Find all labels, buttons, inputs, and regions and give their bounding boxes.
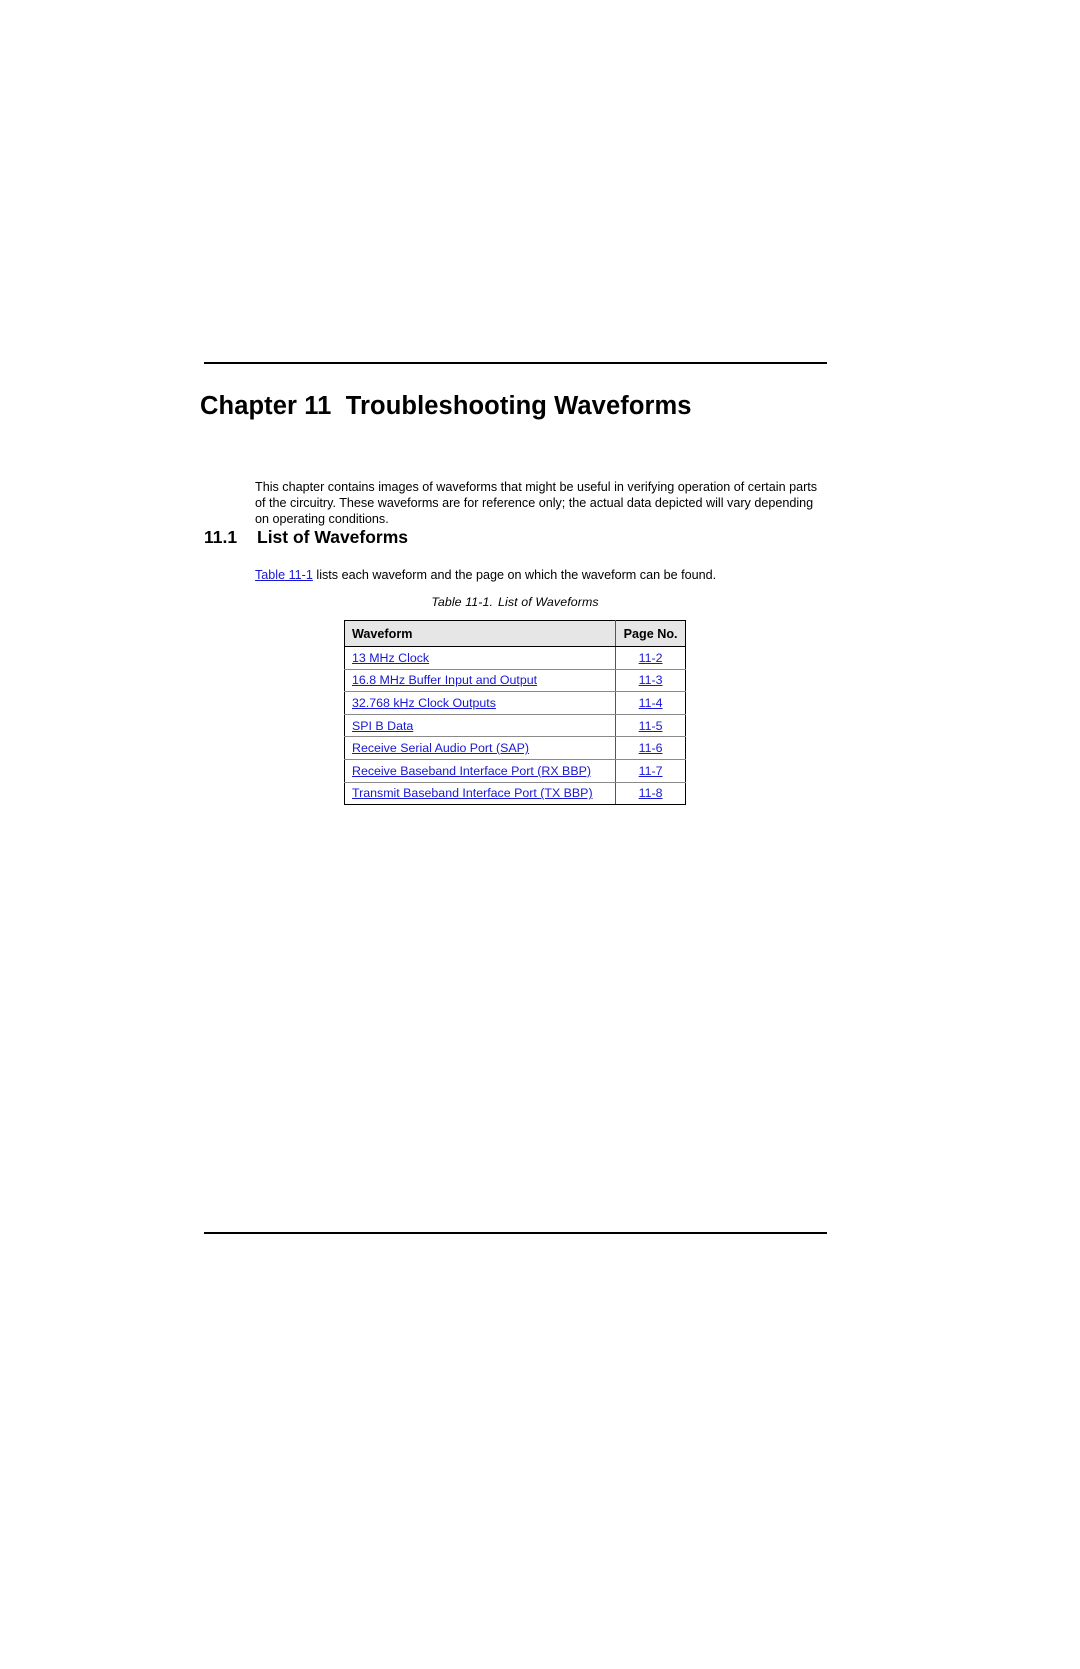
table-row: SPI B Data 11-5 (343, 714, 686, 738)
waveform-link[interactable]: Receive Serial Audio Port (SAP) (352, 741, 529, 755)
table-header-row: Waveform Page No. (343, 620, 686, 647)
section-title: List of Waveforms (257, 527, 409, 547)
page-link[interactable]: 11-5 (639, 719, 663, 733)
table-row: 16.8 MHz Buffer Input and Output 11-3 (343, 669, 686, 693)
waveform-list-table: Waveform Page No. 13 MHz Clock 11-2 16.8… (343, 620, 686, 806)
cell-waveform[interactable]: 13 MHz Clock (343, 646, 617, 670)
cell-page-no[interactable]: 11-6 (615, 736, 686, 760)
waveform-link[interactable]: 32.768 kHz Clock Outputs (352, 696, 496, 710)
cell-page-no[interactable]: 11-8 (615, 782, 686, 806)
page-link[interactable]: 11-2 (639, 651, 663, 665)
section-intro-paragraph: Table 11-1 lists each waveform and the p… (255, 567, 835, 583)
cell-waveform[interactable]: Receive Serial Audio Port (SAP) (343, 736, 617, 760)
table-row: Transmit Baseband Interface Port (TX BBP… (343, 782, 686, 806)
column-header-waveform: Waveform (343, 620, 617, 647)
table-row: Receive Baseband Interface Port (RX BBP)… (343, 759, 686, 783)
cell-page-no[interactable]: 11-7 (615, 759, 686, 783)
cell-page-no[interactable]: 11-5 (615, 714, 686, 738)
page-link[interactable]: 11-8 (639, 786, 663, 800)
table-xref-link[interactable]: Table 11-1 (255, 568, 313, 582)
cell-page-no[interactable]: 11-4 (615, 691, 686, 715)
waveform-link[interactable]: 13 MHz Clock (352, 651, 429, 665)
section-heading: 11.1 List of Waveforms (204, 527, 824, 548)
page-link[interactable]: 11-6 (639, 741, 663, 755)
chapter-rule-bottom (204, 1232, 827, 1234)
cell-waveform[interactable]: 32.768 kHz Clock Outputs (343, 691, 617, 715)
column-header-page-no: Page No. (615, 620, 686, 647)
page-link[interactable]: 11-4 (639, 696, 663, 710)
page-link[interactable]: 11-7 (639, 764, 663, 778)
cell-waveform[interactable]: SPI B Data (343, 714, 617, 738)
waveform-link[interactable]: Receive Baseband Interface Port (RX BBP) (352, 764, 591, 778)
table-row: Receive Serial Audio Port (SAP) 11-6 (343, 736, 686, 760)
table-row: 13 MHz Clock 11-2 (343, 646, 686, 670)
document-page: Chapter 11 Troubleshooting Waveforms Thi… (0, 0, 1080, 1669)
chapter-intro-paragraph: This chapter contains images of waveform… (255, 479, 818, 527)
section-number: 11.1 (204, 527, 238, 547)
waveform-link[interactable]: 16.8 MHz Buffer Input and Output (352, 673, 537, 687)
cell-page-no[interactable]: 11-3 (615, 669, 686, 693)
cell-waveform[interactable]: Receive Baseband Interface Port (RX BBP) (343, 759, 617, 783)
table-caption-title: List of Waveforms (498, 595, 599, 609)
waveform-link[interactable]: SPI B Data (352, 719, 413, 733)
page-title: Chapter 11 Troubleshooting Waveforms (200, 392, 692, 421)
page-link[interactable]: 11-3 (639, 673, 663, 687)
chapter-rule-top (204, 362, 827, 364)
section-intro-text: lists each waveform and the page on whic… (312, 567, 717, 582)
table-row: 32.768 kHz Clock Outputs 11-4 (343, 691, 686, 715)
cell-page-no[interactable]: 11-2 (615, 646, 686, 670)
table-caption: Table 11-1. List of Waveforms (344, 595, 686, 609)
table-caption-label: Table 11-1. (431, 595, 494, 609)
cell-waveform[interactable]: 16.8 MHz Buffer Input and Output (343, 669, 617, 693)
waveform-link[interactable]: Transmit Baseband Interface Port (TX BBP… (352, 786, 593, 800)
cell-waveform[interactable]: Transmit Baseband Interface Port (TX BBP… (343, 782, 617, 806)
